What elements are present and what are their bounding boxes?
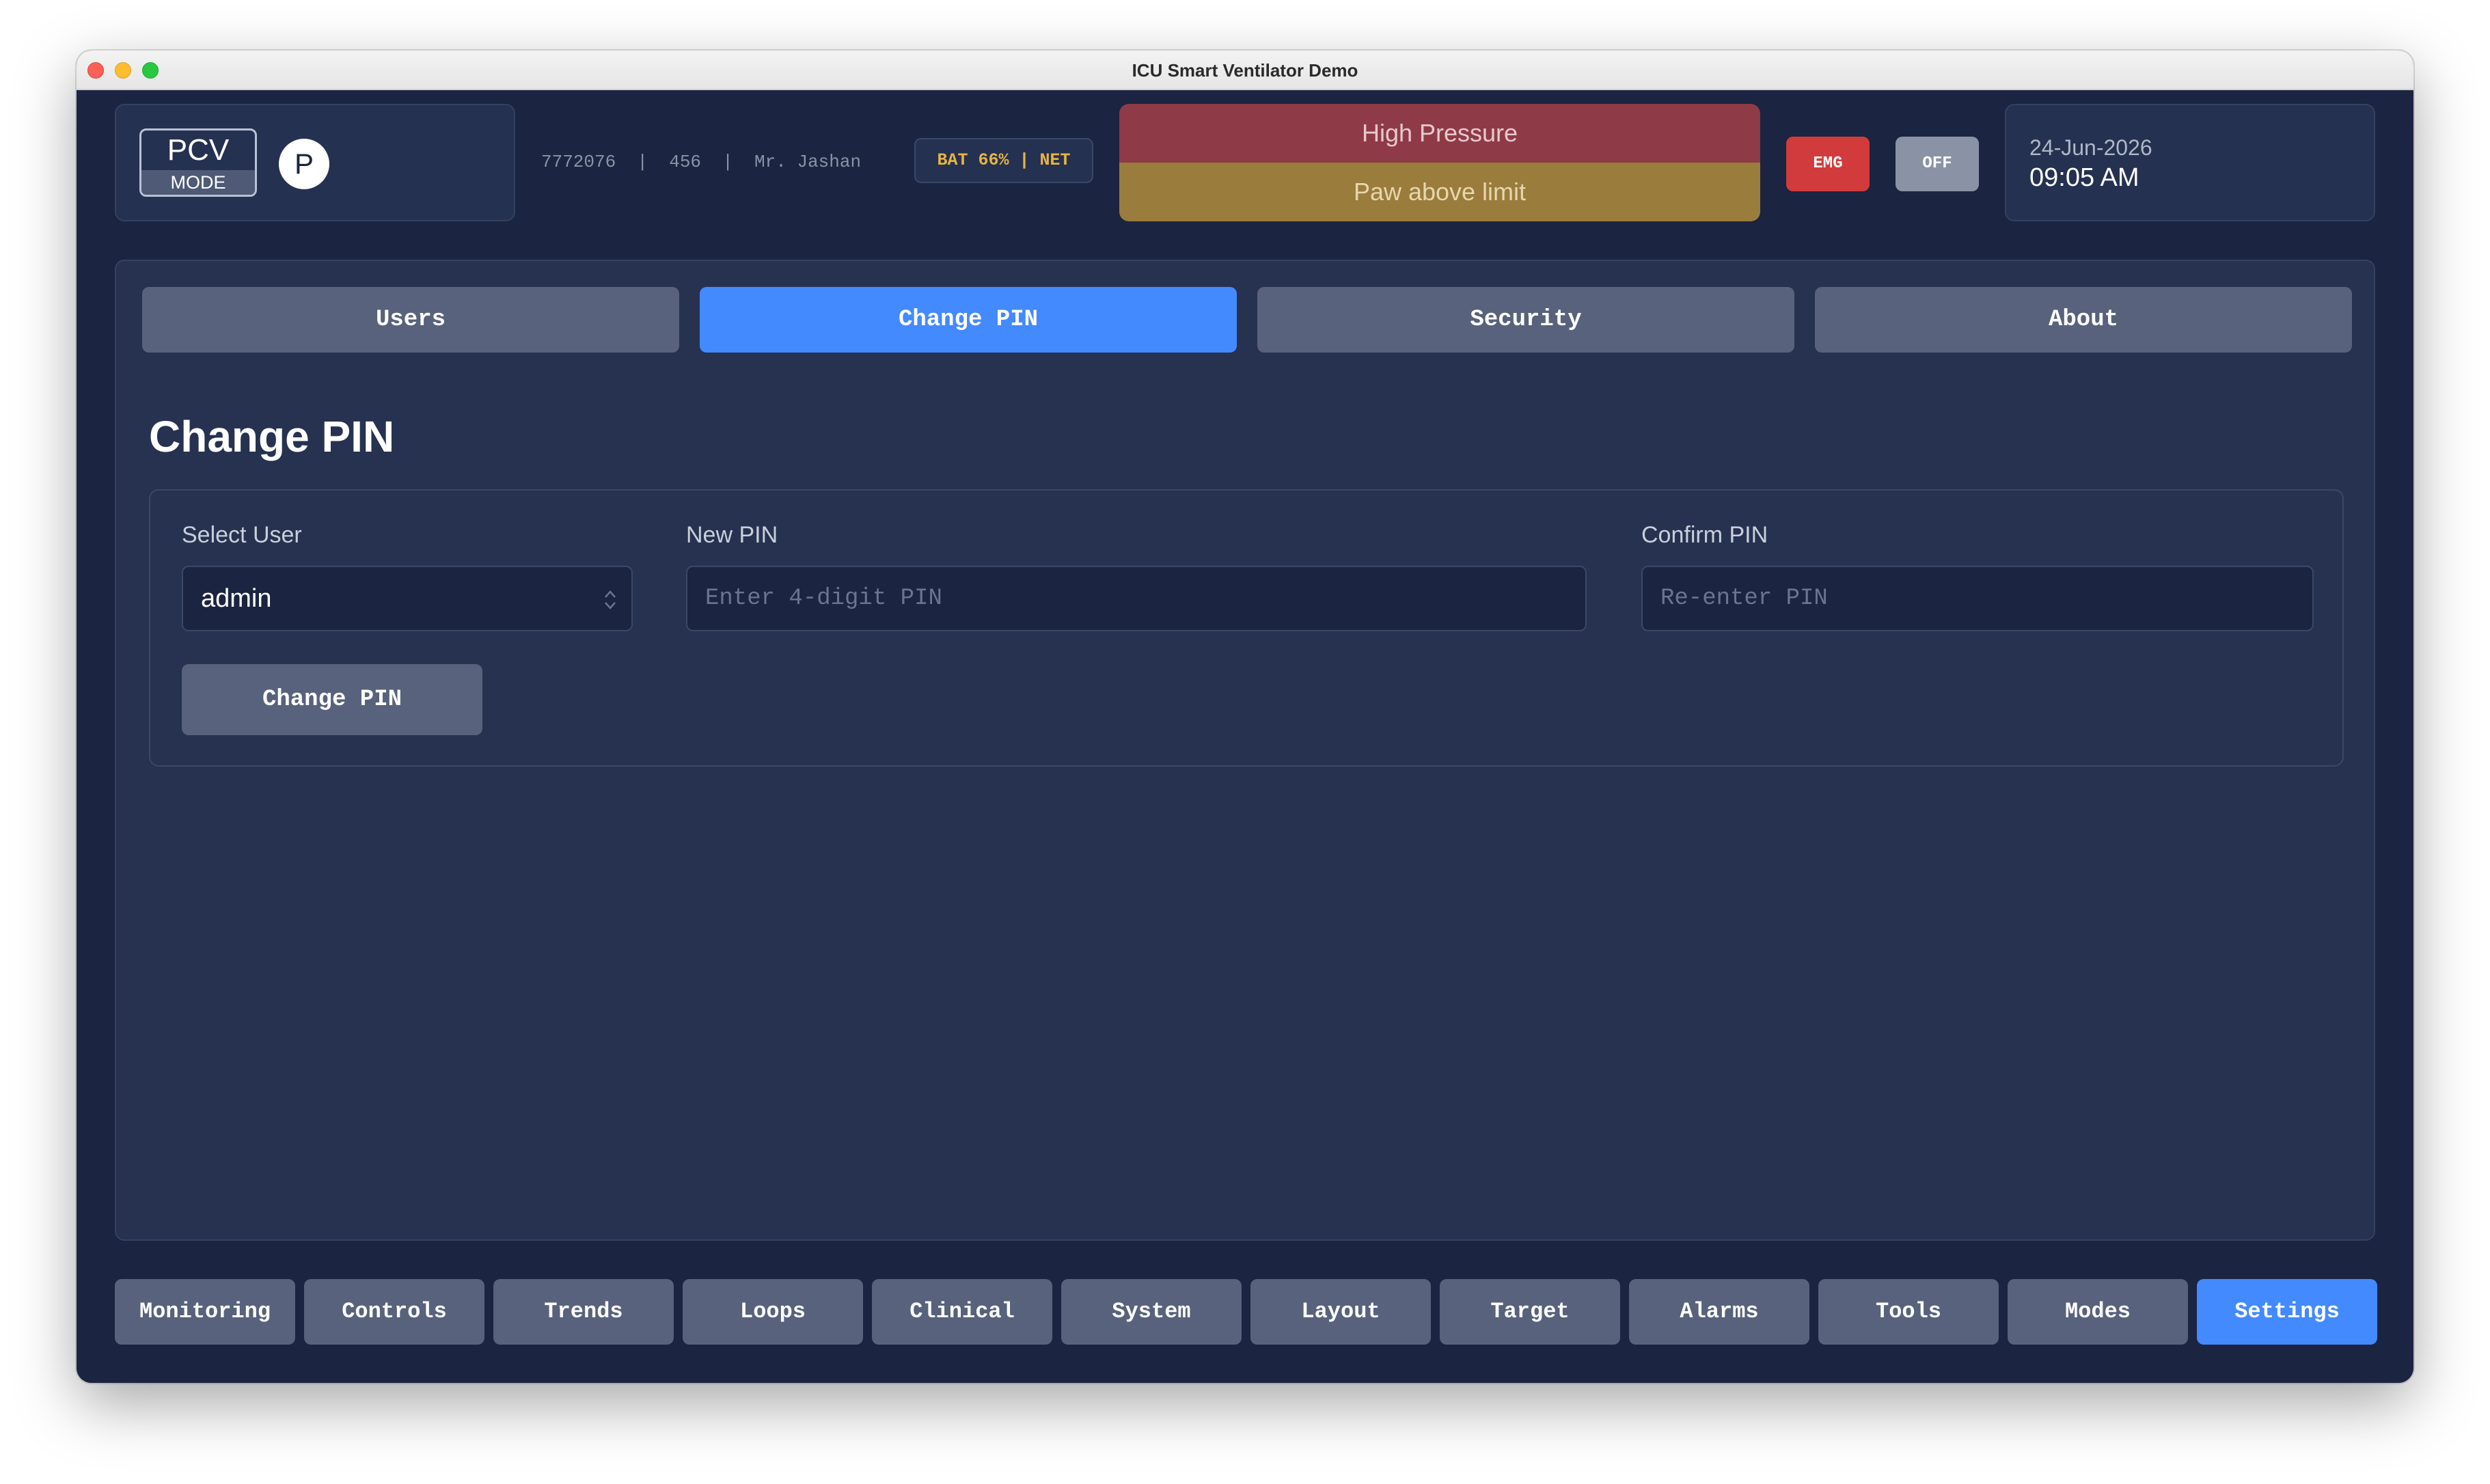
- confirm-pin-input[interactable]: [1643, 567, 2312, 630]
- datetime-card: 24-Jun-2026 09:05 AM: [2005, 104, 2375, 221]
- nav-target[interactable]: Target: [1440, 1279, 1620, 1345]
- alarm-banner[interactable]: High Pressure Paw above limit: [1119, 104, 1760, 221]
- app-content: PCV MODE P 7772076 | 456 | Mr. Jashan BA…: [77, 90, 2413, 1383]
- select-user-label: Select User: [182, 522, 302, 548]
- mode-badge: P: [279, 139, 329, 189]
- select-updown-icon: [605, 590, 616, 609]
- nav-settings[interactable]: Settings: [2197, 1279, 2377, 1345]
- alarm-detail: Paw above limit: [1119, 163, 1760, 221]
- mode-indicator[interactable]: PCV MODE: [139, 128, 257, 197]
- nav-trends[interactable]: Trends: [493, 1279, 674, 1345]
- off-button[interactable]: OFF: [1896, 137, 1979, 191]
- tab-security[interactable]: Security: [1257, 287, 1794, 353]
- tab-about[interactable]: About: [1815, 287, 2352, 353]
- change-pin-form: Select User admin New PIN Confirm PIN Ch…: [149, 489, 2344, 767]
- status-chip: BAT 66% | NET: [914, 138, 1093, 183]
- tab-change-pin[interactable]: Change PIN: [700, 287, 1237, 353]
- app-window: ICU Smart Ventilator Demo PCV MODE P 777…: [77, 51, 2413, 1383]
- nav-controls[interactable]: Controls: [304, 1279, 484, 1345]
- title-bar: ICU Smart Ventilator Demo: [77, 51, 2413, 90]
- window-title: ICU Smart Ventilator Demo: [1132, 60, 1358, 81]
- mode-name: PCV: [167, 133, 230, 167]
- new-pin-label: New PIN: [686, 522, 778, 548]
- user-select-value: admin: [201, 584, 272, 613]
- new-pin-input[interactable]: [687, 567, 1585, 630]
- nav-loops[interactable]: Loops: [683, 1279, 863, 1345]
- confirm-pin-box: [1641, 566, 2314, 631]
- settings-panel: Users Change PIN Security About Change P…: [115, 260, 2375, 1241]
- nav-system[interactable]: System: [1061, 1279, 1242, 1345]
- emergency-button[interactable]: EMG: [1786, 137, 1870, 191]
- mode-card: PCV MODE P: [115, 104, 515, 221]
- nav-tools[interactable]: Tools: [1818, 1279, 1999, 1345]
- section-title: Change PIN: [149, 412, 395, 461]
- alarm-title: High Pressure: [1119, 104, 1760, 163]
- settings-tabs: Users Change PIN Security About: [142, 287, 2352, 353]
- nav-modes[interactable]: Modes: [2008, 1279, 2188, 1345]
- date-display: 24-Jun-2026: [2029, 135, 2152, 160]
- time-display: 09:05 AM: [2029, 163, 2139, 192]
- confirm-pin-label: Confirm PIN: [1641, 522, 1768, 548]
- nav-alarms[interactable]: Alarms: [1629, 1279, 1809, 1345]
- new-pin-box: [686, 566, 1587, 631]
- change-pin-button[interactable]: Change PIN: [182, 664, 482, 735]
- bottom-nav: Monitoring Controls Trends Loops Clinica…: [115, 1279, 2377, 1345]
- patient-info: 7772076 | 456 | Mr. Jashan: [541, 152, 862, 172]
- nav-monitoring[interactable]: Monitoring: [115, 1279, 295, 1345]
- user-select[interactable]: admin: [182, 566, 633, 631]
- mode-label: MODE: [141, 170, 255, 195]
- nav-layout[interactable]: Layout: [1250, 1279, 1431, 1345]
- tab-users[interactable]: Users: [142, 287, 679, 353]
- nav-clinical[interactable]: Clinical: [872, 1279, 1052, 1345]
